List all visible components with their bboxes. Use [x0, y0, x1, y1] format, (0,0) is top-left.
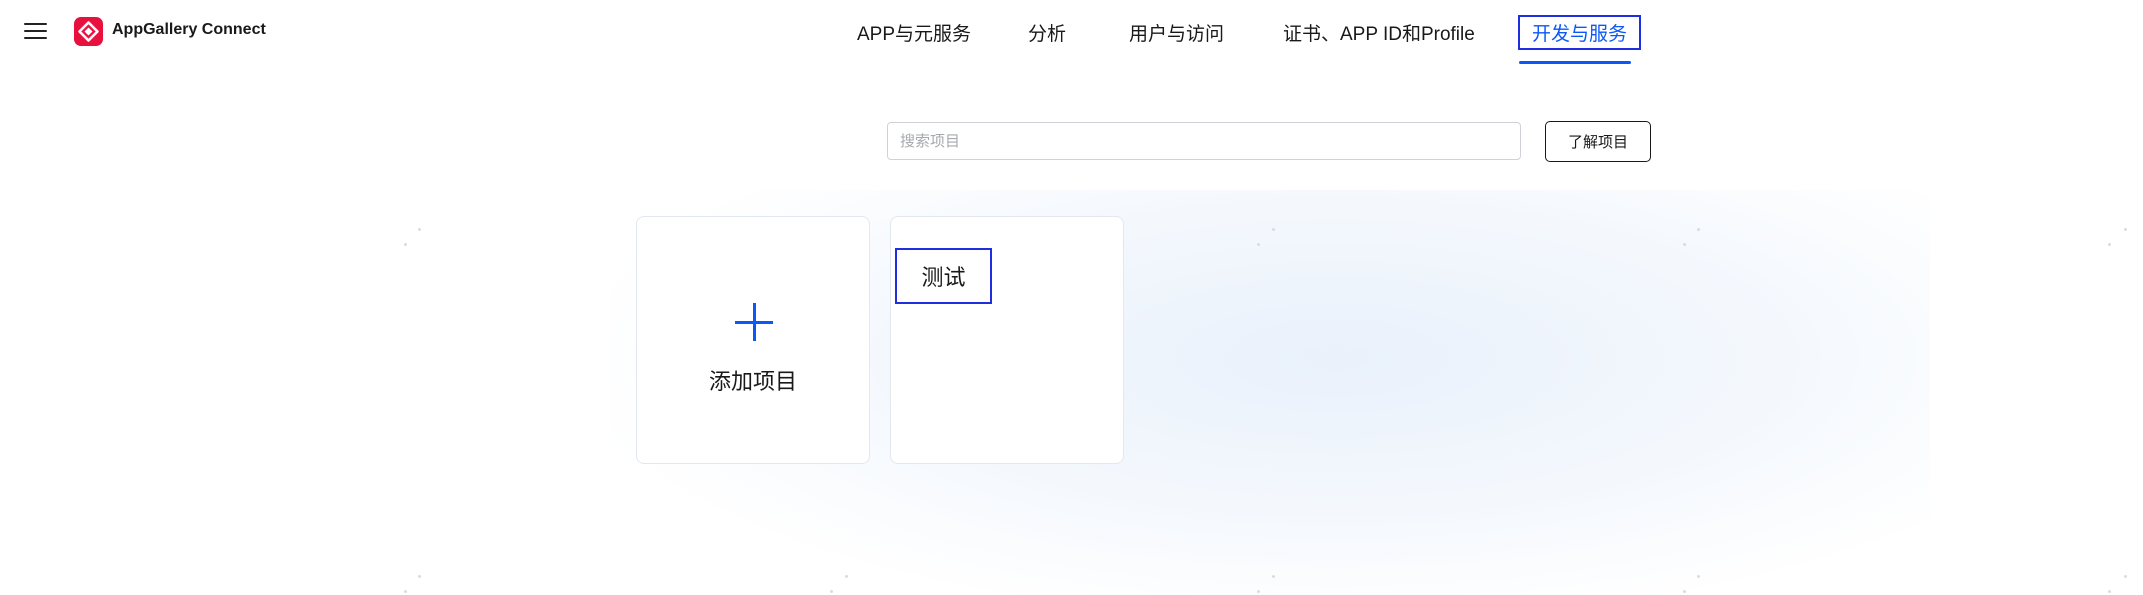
nav-item-app-services[interactable]: APP与元服务 [857, 19, 971, 46]
decor-dot [1272, 228, 1275, 231]
page: AppGallery Connect APP与元服务 分析 用户与访问 证书、A… [0, 0, 2143, 595]
decor-dot [830, 590, 833, 593]
decor-dot [1697, 228, 1700, 231]
decor-dot [418, 228, 421, 231]
add-project-label: 添加项目 [708, 369, 797, 394]
top-header: AppGallery Connect APP与元服务 分析 用户与访问 证书、A… [0, 0, 2143, 64]
project-name[interactable]: 测试 [895, 248, 992, 304]
learn-projects-button[interactable]: 了解项目 [1545, 121, 1651, 162]
decor-dot [2124, 575, 2127, 578]
decor-dot [2108, 243, 2111, 246]
nav-item-analytics[interactable]: 分析 [1028, 19, 1066, 46]
nav-item-develop-services[interactable]: 开发与服务 [1518, 15, 1642, 50]
decor-dot [1257, 243, 1260, 246]
decor-dot [1257, 590, 1260, 593]
decor-dot [2108, 590, 2111, 593]
add-project-card[interactable]: 添加项目 [636, 216, 870, 464]
decor-dot [404, 590, 407, 593]
decor-dot [404, 243, 407, 246]
project-search-input[interactable] [887, 122, 1521, 160]
brand-name[interactable]: AppGallery Connect [112, 21, 266, 39]
appgallery-logo-icon[interactable] [74, 17, 103, 46]
active-tab-indicator [1519, 61, 1631, 64]
decor-dot [2124, 228, 2127, 231]
plus-icon [735, 303, 773, 341]
decor-dot [845, 575, 848, 578]
decor-dot [1697, 575, 1700, 578]
nav-item-certificates[interactable]: 证书、APP ID和Profile [1283, 19, 1475, 46]
nav-item-users-access[interactable]: 用户与访问 [1129, 19, 1224, 46]
project-card[interactable]: 测试 [890, 216, 1124, 464]
decor-dot [1683, 590, 1686, 593]
menu-icon[interactable] [24, 21, 48, 41]
decor-dot [1272, 575, 1275, 578]
decor-dot [1683, 243, 1686, 246]
decor-dot [418, 575, 421, 578]
